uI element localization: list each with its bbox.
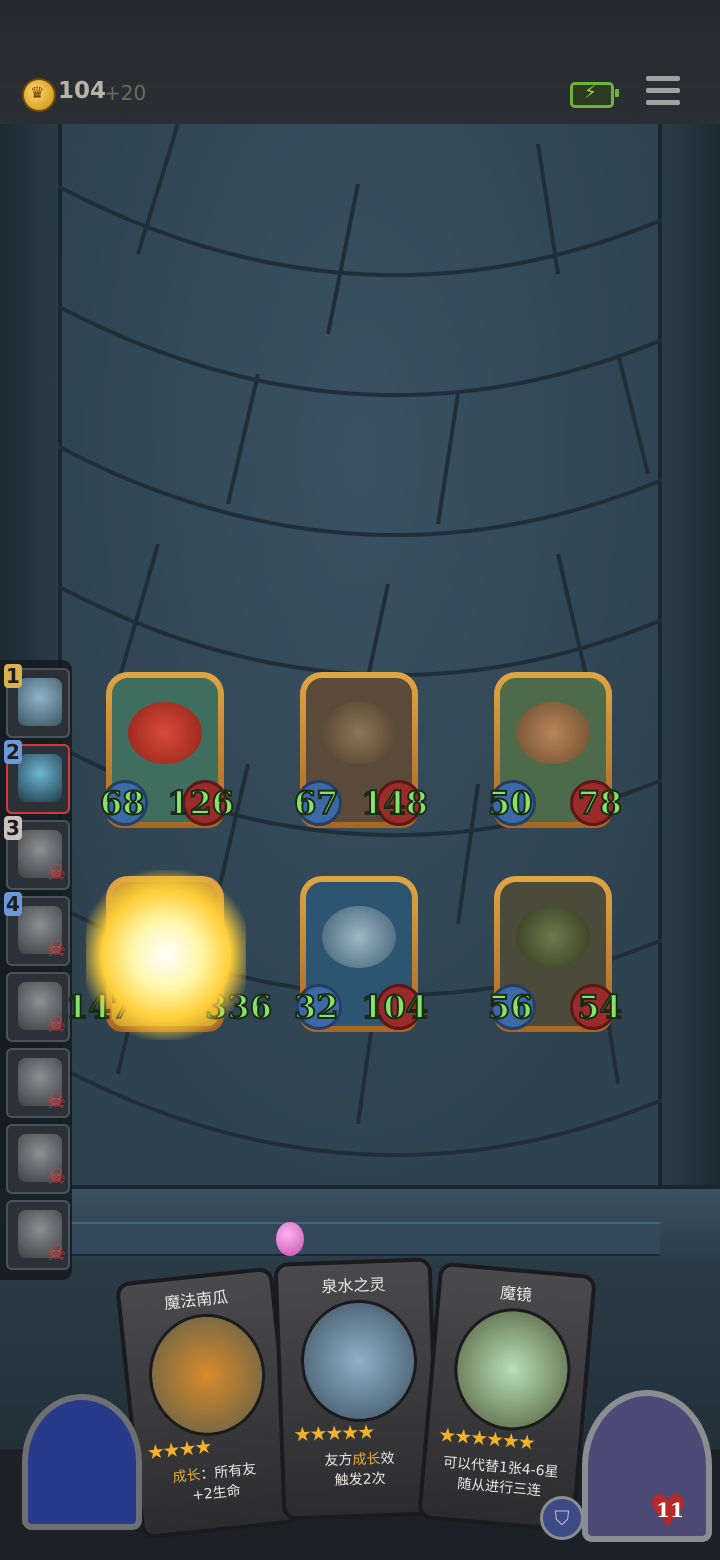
queue-item-2[interactable]: 2 — [4, 740, 70, 814]
opponent-avatar — [18, 754, 62, 802]
card-title: 魔法南瓜 — [163, 1287, 229, 1313]
coin-icon — [22, 78, 56, 112]
minion-card-6[interactable]: 56 54 — [487, 876, 623, 1032]
minion-card-3[interactable]: 50 78 — [487, 672, 623, 828]
gold-income: +20 — [104, 81, 147, 105]
minion-attack: 56 — [487, 987, 534, 1027]
top-bar: 104 +20 ⚡ — [0, 0, 720, 126]
attack-flash-effect — [86, 870, 246, 1040]
queue-item-4[interactable]: 4 ☠ — [4, 892, 70, 966]
player-health: 11 — [656, 1498, 684, 1522]
skull-crossbones-icon: ☠ — [46, 1089, 66, 1114]
magic-mirror-icon — [449, 1303, 576, 1436]
skull-crossbones-icon: ☠ — [46, 1013, 66, 1038]
skull-crossbones-icon: ☠ — [46, 861, 66, 886]
card-description: 成长：所有友 +2生命 — [171, 1461, 258, 1505]
minion-health: 126 — [166, 783, 235, 823]
queue-rank: 2 — [4, 740, 22, 764]
queue-rank: 1 — [4, 664, 22, 688]
card-title: 魔镜 — [499, 1283, 533, 1305]
queue-rank: 4 — [4, 892, 22, 916]
menu-icon[interactable] — [646, 76, 680, 106]
witch-minion-icon — [516, 702, 590, 764]
hand-card-pumpkin[interactable]: 魔法南瓜 ★★★★ 成长：所有友 +2生命 — [114, 1266, 300, 1540]
minion-attack: 67 — [293, 783, 340, 823]
player-hero-portrait[interactable] — [582, 1390, 712, 1542]
devil-minion-icon — [128, 702, 202, 764]
armor-shield-icon: ⛉ — [540, 1496, 584, 1540]
minion-card-2[interactable]: 67 148 — [293, 672, 429, 828]
minion-health: 148 — [360, 783, 429, 823]
card-title: 泉水之灵 — [321, 1274, 386, 1297]
water-spirit-minion-icon — [322, 906, 396, 968]
hand-card-magic-mirror[interactable]: 魔镜 ★★★★★★ 可以代替1张4-6星 随从进行三连 — [417, 1261, 597, 1533]
right-pillar — [658, 124, 720, 1224]
card-description: 友方成长效 触发2次 — [324, 1450, 395, 1489]
treant-minion-icon — [322, 702, 396, 764]
card-description: 可以代替1张4-6星 随从进行三连 — [442, 1454, 560, 1500]
opponent-avatar — [18, 678, 62, 726]
minion-card-5[interactable]: 32 104 — [293, 876, 429, 1032]
water-spirit-icon — [298, 1297, 420, 1424]
minion-card-1[interactable]: 68 126 — [99, 672, 235, 828]
minion-health: 104 — [360, 987, 429, 1027]
skull-crossbones-icon: ☠ — [46, 937, 66, 962]
hand-card-spring-spirit[interactable]: 泉水之灵 ★★★★★ 友方成长效 触发2次 — [273, 1257, 441, 1521]
minion-attack: 50 — [487, 783, 534, 823]
battery-icon: ⚡ — [570, 82, 619, 108]
minion-health: 54 — [576, 987, 623, 1027]
queue-item-1[interactable]: 1 — [4, 664, 70, 738]
pumpkin-icon — [142, 1308, 272, 1442]
minion-attack: 32 — [293, 987, 340, 1027]
star-rating: ★★★★★ — [293, 1419, 374, 1447]
queue-item-6[interactable]: ☠ — [6, 1048, 70, 1118]
goblin-minion-icon — [516, 906, 590, 968]
queue-rank: 3 — [4, 816, 22, 840]
minion-attack: 68 — [99, 783, 146, 823]
opponent-queue: 1 2 3 ☠ 4 ☠ ☠ ☠ ☠ ☠ — [0, 660, 72, 1280]
gold-count: 104 — [58, 78, 107, 104]
queue-item-5[interactable]: ☠ — [6, 972, 70, 1042]
skull-crossbones-icon: ☠ — [46, 1165, 66, 1190]
queue-item-7[interactable]: ☠ — [6, 1124, 70, 1194]
minion-health: 78 — [576, 783, 623, 823]
hero-power-portrait[interactable] — [22, 1394, 142, 1530]
queue-item-3[interactable]: 3 ☠ — [4, 816, 70, 890]
star-rating: ★★★★ — [145, 1433, 212, 1465]
